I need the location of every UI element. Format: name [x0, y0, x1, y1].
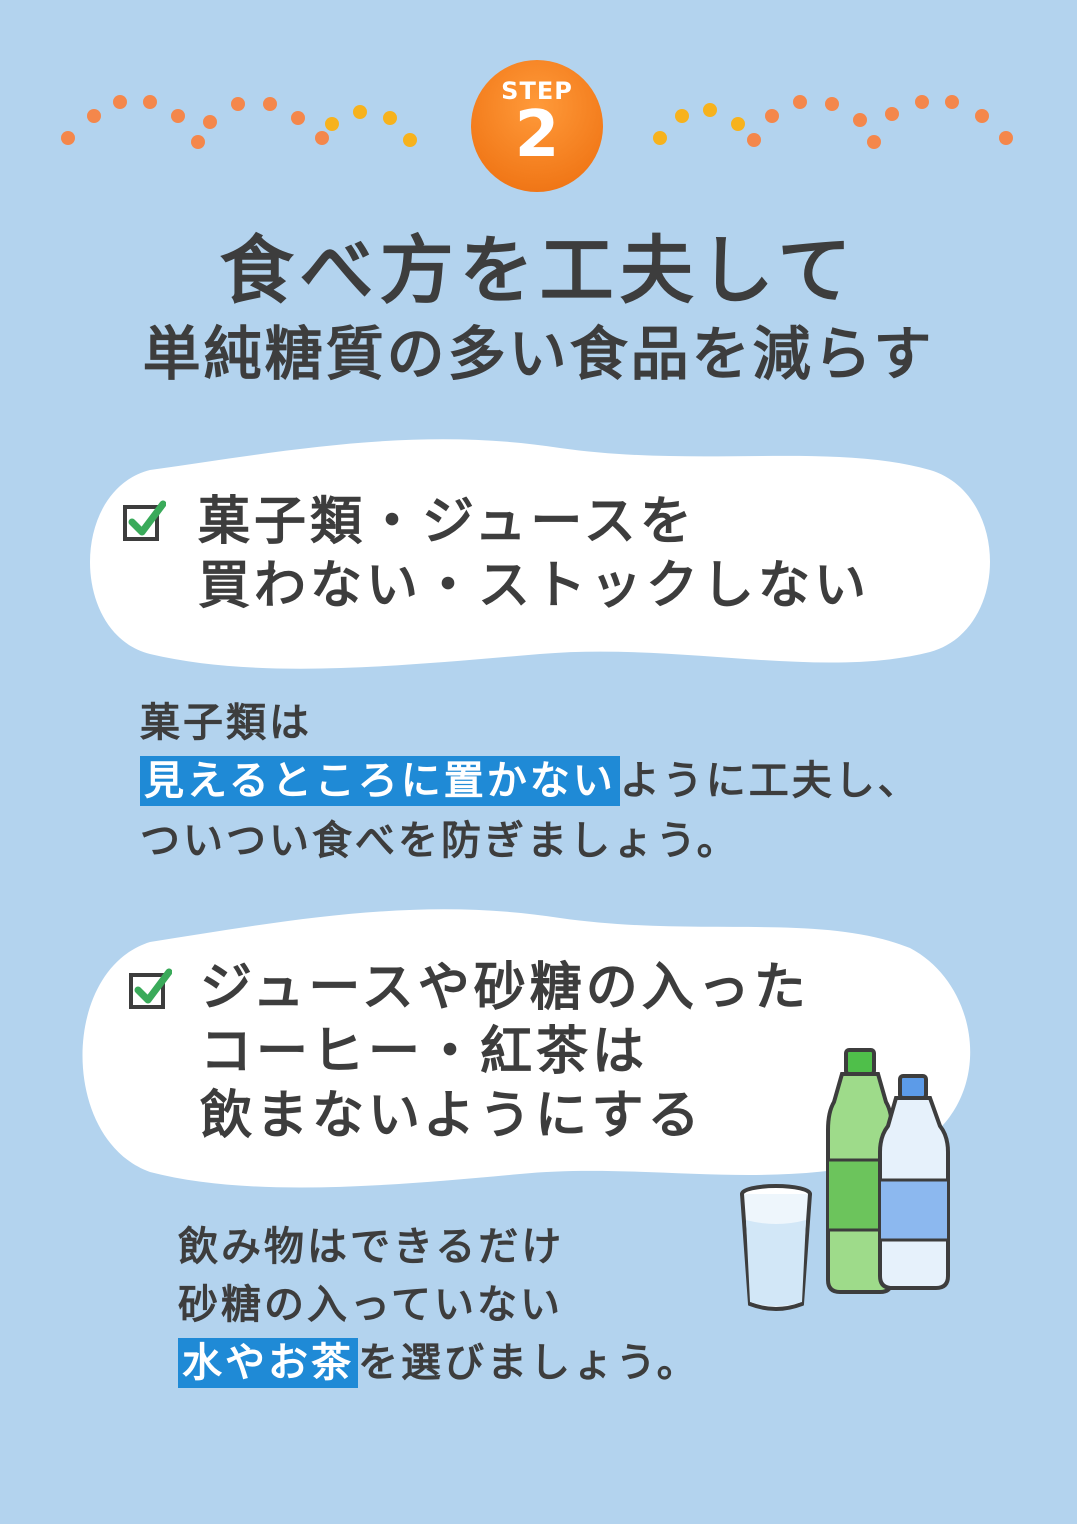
page-title: 食べ方を工夫して [219, 228, 858, 314]
step-number: 2 [514, 98, 560, 172]
drinks-illustration [736, 1040, 966, 1324]
item-1-desc-line3: ついつい食べを防ぎましょう。 [140, 818, 740, 864]
item-2-heading-line1: ジュースや砂糖の入った [200, 958, 810, 1018]
checkbox-icon-1 [122, 498, 167, 546]
item-2-desc-highlight: 水やお茶 [178, 1338, 358, 1388]
item-2-desc-after: を選びましょう。 [358, 1340, 700, 1386]
item-2-desc-line3: 水やお茶 を選びましょう。 [178, 1334, 700, 1392]
item-1-desc-line1: 菓子類は [140, 700, 312, 746]
item-1-desc-highlight: 見えるところに置かない [140, 756, 620, 806]
item-1-heading-line2: 買わない・ストックしない [198, 556, 871, 616]
item-2-desc-line2: 砂糖の入っていない [178, 1282, 563, 1328]
decorative-dots-left [50, 88, 430, 158]
item-2-heading-line3: 飲まないようにする [200, 1086, 704, 1146]
item-2-desc-line1: 飲み物はできるだけ [178, 1224, 565, 1270]
decorative-dots-right [642, 88, 1022, 158]
item-1-desc-line2: 見えるところに置かない ように工夫し、 [140, 752, 921, 810]
checkbox-icon-2 [128, 966, 173, 1014]
step-badge: STEP 2 [471, 60, 603, 192]
page-subtitle: 単純糖質の多い食品を減らす [142, 320, 935, 388]
glass-of-water [740, 1184, 812, 1311]
item-2-heading-line2: コーヒー・紅茶は [200, 1022, 649, 1082]
item-1-heading-line1: 菓子類・ジュースを [198, 492, 696, 552]
item-1-desc-after: ように工夫し、 [619, 758, 921, 804]
